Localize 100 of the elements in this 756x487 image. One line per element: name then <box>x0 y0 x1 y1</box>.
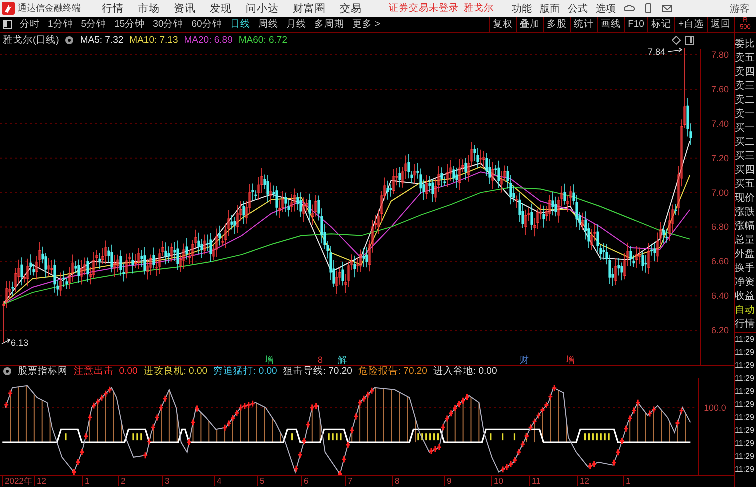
period-tab[interactable]: 15分钟 <box>112 18 148 31</box>
envelope-icon[interactable] <box>662 3 673 14</box>
moving-average-value: MA60: 6.72 <box>238 35 288 46</box>
axis-label: 12 <box>34 476 46 486</box>
cross-marker <box>87 414 93 422</box>
cross-marker <box>75 458 81 466</box>
toolbar-button[interactable]: 统计 <box>570 17 598 32</box>
trade-time: 11:29 <box>735 412 756 424</box>
quote-field-label: 外盘 <box>735 248 756 262</box>
app-logo-icon <box>2 2 15 15</box>
cross-marker <box>154 414 160 422</box>
menu-item[interactable]: 资讯 <box>174 2 196 16</box>
quote-field-label: 涨幅 <box>735 220 756 234</box>
period-tab[interactable]: 分时 <box>17 18 43 31</box>
high-price-label: 7.84 <box>648 46 666 57</box>
cross-marker <box>349 426 355 434</box>
event-marker: 增 <box>566 354 575 365</box>
toolbar-button[interactable]: 画线 <box>597 17 624 32</box>
moving-average-value: MA10: 7.13 <box>130 35 178 46</box>
period-tab[interactable]: 更多 > <box>349 18 384 31</box>
menu-item[interactable]: 问小达 <box>246 2 279 16</box>
cross-marker <box>619 437 625 445</box>
toolbar-button[interactable]: 叠加 <box>516 17 544 32</box>
quote-field-label: 换手 <box>735 262 756 276</box>
quote-field-label: 现价 <box>735 192 756 206</box>
period-tab[interactable]: 日线 <box>227 18 254 31</box>
settings-icon[interactable] <box>65 36 74 46</box>
indicator-value: 进攻良机: 0.00 <box>144 365 208 378</box>
axis-label: 3 <box>162 476 170 486</box>
toolbar-button[interactable]: +自选 <box>674 17 707 32</box>
event-marker: 增 <box>265 354 274 365</box>
cross-marker <box>194 404 200 412</box>
period-tab[interactable]: 多周期 <box>311 18 348 31</box>
cloud-icon[interactable] <box>624 3 635 14</box>
quote-field-label: 买一 <box>735 122 756 136</box>
cross-marker <box>294 464 300 472</box>
cross-marker <box>623 424 629 432</box>
trade-time: 11:29 <box>735 438 756 450</box>
axis-label: 6.80 <box>711 222 729 232</box>
phone-icon[interactable] <box>643 3 654 14</box>
trade-time: 11:29 <box>735 386 756 398</box>
cross-marker <box>353 412 359 420</box>
indicator-value: 进入谷地: 0.00 <box>433 365 498 378</box>
cross-marker <box>142 452 148 460</box>
axis-label: 2 <box>118 476 126 486</box>
trade-time: 11:29 <box>735 425 756 437</box>
diamond-icon[interactable] <box>672 36 681 46</box>
toolbar-button[interactable]: 返回 <box>707 17 734 32</box>
quote-field-label: 卖四 <box>735 66 756 80</box>
quote-field-label: 买五 <box>735 178 756 192</box>
axis-label: 7 <box>345 476 353 486</box>
indicator-value: 狙击导线: 70.20 <box>283 365 352 378</box>
low-price-label: 6.13 <box>11 338 29 348</box>
menu-item[interactable]: 行情 <box>102 2 124 16</box>
login-status[interactable]: 证券交易未登录 <box>389 2 459 15</box>
axis-label: 11 <box>529 476 541 486</box>
cross-marker <box>674 419 681 427</box>
arrow-icon <box>668 47 683 52</box>
axis-label: 8 <box>392 476 400 486</box>
quote-field-label: 买二 <box>735 136 756 150</box>
cross-marker <box>306 420 312 428</box>
cross-marker <box>79 448 85 456</box>
menu-item[interactable]: 功能 <box>512 2 532 16</box>
toolbar-button[interactable]: 标记 <box>647 17 674 32</box>
period-tab[interactable]: 1分钟 <box>45 18 76 31</box>
axis-label: 5 <box>257 476 265 486</box>
menu-item[interactable]: 市场 <box>138 2 160 16</box>
menu-item[interactable]: 版面 <box>540 2 560 16</box>
menu-item[interactable]: 发现 <box>210 2 232 16</box>
quote-field-label: 净资 <box>735 276 756 290</box>
cross-marker <box>341 456 347 464</box>
arrow-icon <box>2 338 11 344</box>
trade-time: 11:29 <box>735 360 756 372</box>
axis-label: 7.20 <box>711 153 729 164</box>
indicator-value: 注意出击 0.00 <box>74 365 138 378</box>
cross-marker <box>186 438 192 446</box>
panel-toggle-icon[interactable] <box>3 20 12 29</box>
period-tab[interactable]: 60分钟 <box>188 18 226 31</box>
period-tab[interactable]: 5分钟 <box>78 18 110 31</box>
period-tab[interactable]: 月线 <box>283 18 310 31</box>
user-label[interactable]: 游客 <box>730 2 750 16</box>
menu-item[interactable]: 财富圈 <box>293 2 326 16</box>
period-tab[interactable]: 周线 <box>255 18 282 31</box>
toolbar-button[interactable]: 多股 <box>543 17 570 32</box>
axis-label: 2022年 <box>2 476 33 486</box>
toolbar-button[interactable]: 复权 <box>489 17 516 32</box>
trade-time: 11:29 <box>735 464 756 476</box>
settings-icon[interactable] <box>3 367 12 376</box>
axis-label: 10 <box>491 476 504 486</box>
toolbar-button[interactable]: F10 <box>624 17 648 32</box>
period-tab[interactable]: 30分钟 <box>150 18 187 31</box>
menu-item[interactable]: 交易 <box>340 2 362 16</box>
menu-item[interactable]: 选项 <box>596 2 616 16</box>
trade-time: 11:29 <box>735 399 756 411</box>
auto-button[interactable]: 自动 <box>735 304 756 318</box>
menu-item[interactable]: 公式 <box>568 2 588 16</box>
panel-toggle-icon[interactable] <box>685 36 694 46</box>
axis-label: 6.20 <box>711 325 729 336</box>
quote-field-label: 涨跌 <box>735 206 756 220</box>
quote-field-label: 委比 <box>735 38 756 52</box>
